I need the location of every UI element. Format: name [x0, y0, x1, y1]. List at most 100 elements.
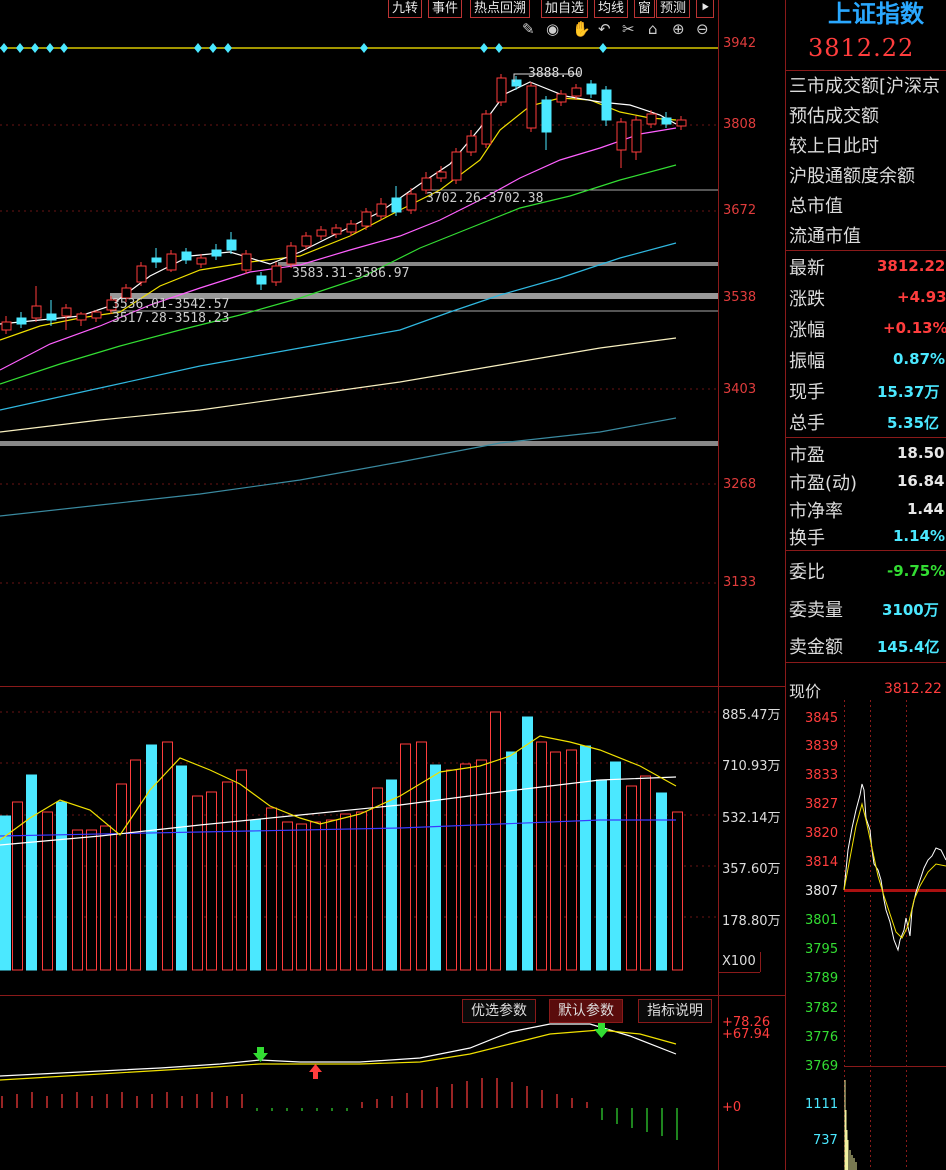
- candle-body: [16, 317, 27, 325]
- candle-body: [406, 193, 417, 211]
- volume-bar: [536, 741, 547, 971]
- price-axis-label: 3808: [723, 117, 757, 132]
- valuation-value: 16.84: [897, 472, 945, 490]
- mini-axis-label: 3820: [805, 826, 839, 841]
- mini-chart-value: 3812.22: [884, 681, 942, 697]
- mini-axis-label: 3845: [805, 711, 839, 726]
- quote-label: 涨幅: [789, 320, 825, 341]
- volume-bar: [176, 765, 187, 971]
- volume-bar: [72, 829, 83, 971]
- index-price: 3812.22: [808, 34, 915, 62]
- volume-bar: [446, 769, 457, 971]
- volume-bar: [326, 819, 337, 971]
- volume-bar: [56, 801, 67, 971]
- quote-label: 振幅: [789, 351, 825, 372]
- candle-body: [556, 93, 567, 103]
- valuation-value: 18.50: [897, 444, 945, 462]
- valuation-label: 市净率: [789, 501, 843, 522]
- volume-bars: [0, 711, 683, 971]
- gap-annotation: 3536.01-3542.57: [112, 297, 230, 312]
- price-axis-label: 3133: [723, 575, 757, 590]
- gap-annotation: 3517.28-3518.23: [112, 311, 230, 326]
- info-row: 总市值: [789, 196, 843, 217]
- volume-bar: [250, 819, 261, 971]
- info-row: 预估成交额: [789, 106, 879, 127]
- candle-body: [271, 265, 282, 283]
- candle-body: [526, 85, 537, 129]
- candle-body: [256, 275, 267, 285]
- candle-body: [646, 113, 657, 125]
- order-label: 委卖量: [789, 600, 843, 621]
- valuation-value: 1.14%: [893, 527, 946, 545]
- candle-body: [466, 135, 477, 153]
- volume-bar: [386, 779, 397, 971]
- price-axis-label: 3268: [723, 477, 757, 492]
- volume-bar: [266, 807, 277, 971]
- candle-body: [436, 171, 447, 179]
- volume-bar: [130, 759, 141, 971]
- optimize-params-button[interactable]: 优选参数: [462, 999, 536, 1023]
- candle-body: [361, 211, 372, 227]
- indicator-help-button[interactable]: 指标说明: [638, 999, 712, 1023]
- volume-bar: [580, 745, 591, 971]
- candle-body: [631, 119, 642, 153]
- valuation-label: 市盈(动): [789, 473, 858, 494]
- quote-label: 总手: [789, 413, 825, 434]
- volume-bar: [356, 811, 367, 971]
- volume-bar: [506, 751, 517, 971]
- candle-body: [541, 99, 552, 133]
- volume-bar: [296, 823, 307, 971]
- mini-axis-label: 3814: [805, 855, 839, 870]
- candle-body: [571, 87, 582, 97]
- gap-annotation: 3583.31-3586.97: [292, 266, 410, 281]
- volume-bar: [490, 711, 501, 971]
- quote-label: 涨跌: [789, 289, 825, 310]
- mini-axis-label: 3839: [805, 739, 839, 754]
- volume-bar: [672, 811, 683, 971]
- volume-bar: [596, 779, 607, 971]
- quote-value: +0.13%: [883, 319, 946, 337]
- candle-body: [196, 257, 207, 265]
- mini-axis-label: 3801: [805, 913, 839, 928]
- mini-volume-label: 1111: [805, 1097, 839, 1112]
- candle-body: [91, 311, 102, 319]
- valuation-label: 市盈: [789, 445, 825, 466]
- price-axis-label: 3403: [723, 382, 757, 397]
- volume-bar: [236, 769, 247, 971]
- quote-value: 3812.22: [877, 257, 946, 275]
- index-name: 上证指数: [828, 0, 924, 28]
- high-annotation: 3888.60: [528, 66, 583, 81]
- quote-value: 15.37万: [877, 383, 940, 401]
- mini-axis-label: 3789: [805, 971, 839, 986]
- price-grid: [0, 124, 718, 584]
- mini-chart-label: 现价: [789, 682, 822, 701]
- price-axis-label: 3672: [723, 203, 757, 218]
- volume-bar: [310, 821, 321, 971]
- volume-bar: [430, 764, 441, 971]
- candle-body: [616, 121, 627, 151]
- volume-axis-label: 357.60万: [722, 862, 781, 877]
- indicator-value: +67.94: [722, 1027, 771, 1042]
- candle-body: [1, 321, 12, 331]
- candle-body: [331, 227, 342, 235]
- price-axis-label: 3942: [723, 36, 757, 51]
- candle-body: [586, 83, 597, 95]
- candle-body: [166, 253, 177, 271]
- info-row: 流通市值: [789, 226, 861, 247]
- indicator-zero: +0: [722, 1100, 742, 1115]
- candle-body: [136, 265, 147, 283]
- default-params-button[interactable]: 默认参数: [549, 999, 623, 1023]
- mini-axis-label: 3827: [805, 797, 839, 812]
- candle-body: [151, 257, 162, 263]
- quote-value: +4.93: [897, 288, 946, 306]
- quote-panel: 上证指数 3812.22 三市成交额[沪深京 预估成交额 较上日此时 沪股通额度…: [786, 0, 946, 1170]
- candle-body: [181, 251, 192, 261]
- candle-body: [391, 197, 402, 213]
- kline-chart[interactable]: [0, 0, 786, 1170]
- volume-bar: [476, 759, 487, 971]
- valuation-label: 换手: [789, 528, 825, 549]
- volume-bar: [162, 741, 173, 971]
- candle-body: [241, 253, 252, 271]
- volume-bar: [340, 813, 351, 971]
- volume-bar: [26, 774, 37, 971]
